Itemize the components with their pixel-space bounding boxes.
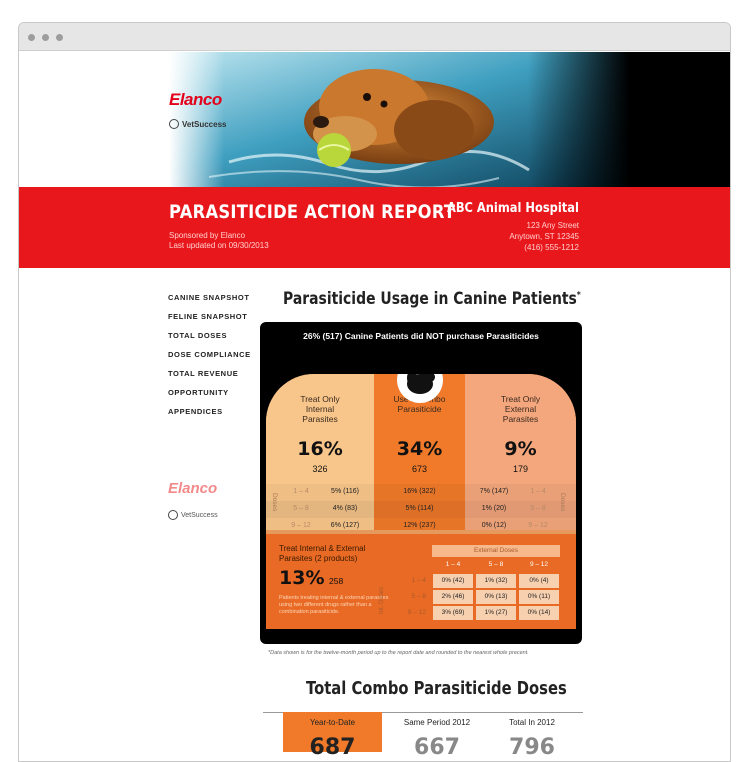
combo-grid-cell: 1% (27): [476, 606, 516, 620]
dose-range-label: 1 – 4: [293, 488, 309, 495]
external-dose-range: 5 – 8: [488, 561, 504, 568]
two-product-count: 258: [329, 576, 344, 586]
combo-grid-cell: 0% (11): [519, 590, 559, 604]
int-dose-range: 5 – 8: [411, 593, 426, 600]
external-dose-value: 0% (12): [481, 522, 507, 529]
external-only-label: Treat Only External Parasites: [500, 394, 541, 424]
vetsuccess-wordmark: VetSuccess: [181, 511, 218, 519]
external-dose-range: 9 – 12: [529, 561, 549, 568]
elanco-side-logo: Elanco: [168, 480, 218, 497]
sponsor-text: Sponsored by Elanco: [169, 231, 246, 240]
total-2012-column: Total In 2012 796: [477, 712, 587, 760]
window-titlebar: [19, 23, 730, 51]
nav-item-feline-snapshot[interactable]: FELINE SNAPSHOT: [168, 307, 251, 326]
hero-banner: Elanco VetSuccess: [19, 52, 730, 187]
vetsuccess-icon: [168, 510, 178, 520]
dog-head-icon: [397, 374, 443, 403]
elanco-logo: Elanco: [169, 90, 222, 109]
vetsuccess-logo: VetSuccess: [169, 119, 226, 129]
int-dose-range: 1 – 4: [411, 577, 426, 584]
combo-grid-cell: 3% (69): [433, 606, 473, 620]
doses-axis-label-left: Doses: [271, 493, 278, 512]
usage-title-asterisk: *: [576, 290, 581, 301]
dose-row: 5 – 8 4% (83) 5% (114) 1% (20) 5 – 8: [266, 501, 576, 518]
doses-axis-label-right: Doses: [559, 493, 566, 512]
side-nav: CANINE SNAPSHOT FELINE SNAPSHOT TOTAL DO…: [168, 288, 251, 421]
window-control-dot[interactable]: [28, 34, 35, 41]
combo-dose-value: 16% (322): [403, 488, 436, 495]
dose-row: 9 – 12 6% (127) 12% (237) 0% (12) 9 – 12: [266, 518, 576, 535]
same-period-column: Same Period 2012 667: [382, 712, 492, 760]
nav-item-canine-snapshot[interactable]: CANINE SNAPSHOT: [168, 288, 251, 307]
two-product-note: Patients treating internal & external pa…: [279, 595, 389, 615]
external-dose-value: 1% (20): [481, 505, 507, 512]
ytd-column: Year-to-Date 687: [283, 712, 382, 760]
dose-range-label: 5 – 8: [293, 505, 309, 512]
data-footnote: *Data shown is for the twelve-month peri…: [268, 650, 529, 656]
external-dose-value: 7% (147): [479, 488, 509, 495]
internal-dose-value: 6% (127): [330, 522, 360, 529]
dose-range-label: 5 – 8: [530, 505, 546, 512]
external-only-percent: 9%: [504, 438, 537, 460]
combo-grid-cell: 2% (46): [433, 590, 473, 604]
internal-dose-value: 5% (116): [331, 488, 359, 495]
internal-only-percent: 16%: [297, 438, 343, 460]
two-product-block: Treat Internal & External Parasites (2 p…: [266, 534, 576, 629]
hospital-phone: (416) 555-1212: [524, 243, 579, 252]
ytd-value: 687: [309, 735, 356, 760]
combo-dose-value: 12% (237): [403, 522, 436, 529]
usage-panel: 26% (517) Canine Patients did NOT purcha…: [260, 322, 582, 644]
combo-percent: 34%: [396, 438, 443, 460]
hospital-name: ABC Animal Hospital: [447, 201, 579, 216]
combo-grid-cell: 0% (42): [433, 574, 473, 588]
internal-dose-value: 4% (83): [332, 505, 358, 512]
dose-row: 1 – 4 5% (116) 16% (322) 7% (147) 1 – 4: [266, 484, 576, 501]
external-doses-header: External Doses: [432, 545, 560, 557]
nav-item-appendices[interactable]: APPENDICES: [168, 402, 251, 421]
report-title: PARASITICIDE ACTION REPORT: [169, 201, 456, 223]
combo-grid-cell: 1% (32): [476, 574, 516, 588]
same-period-label: Same Period 2012: [403, 718, 471, 727]
usage-title-text: Parasiticide Usage in Canine Patients: [283, 289, 577, 309]
same-period-value: 667: [414, 735, 460, 760]
two-product-title: Treat Internal & External Parasites (2 p…: [279, 544, 366, 563]
usage-arch: Treat Only Internal Parasites 16% 326 Us…: [266, 374, 576, 629]
nav-item-opportunity[interactable]: OPPORTUNITY: [168, 383, 251, 402]
total-2012-label: Total In 2012: [509, 718, 555, 727]
ytd-label: Year-to-Date: [309, 718, 356, 727]
dose-range-label: 9 – 12: [528, 522, 548, 529]
combo-grid-cell: 0% (13): [476, 590, 516, 604]
external-only-count: 179: [512, 464, 529, 474]
no-purchase-headline: 26% (517) Canine Patients did NOT purcha…: [303, 331, 539, 341]
combo-count: 673: [411, 464, 428, 474]
vetsuccess-icon: [169, 119, 179, 129]
dog-swimming-photo: [169, 52, 629, 187]
updated-date: Last updated on 09/30/2013: [169, 241, 269, 250]
nav-item-total-doses[interactable]: TOTAL DOSES: [168, 326, 251, 345]
combo-doses-title: Total Combo Parasiticide Doses: [306, 678, 567, 699]
dose-range-label: 9 – 12: [291, 522, 311, 529]
window-control-dot[interactable]: [56, 34, 63, 41]
dose-range-label: 1 – 4: [530, 488, 546, 495]
int-doses-axis-label: Int. Doses: [379, 586, 385, 614]
report-banner: PARASITICIDE ACTION REPORT Sponsored by …: [19, 187, 730, 268]
combo-grid-cell: 0% (4): [519, 574, 559, 588]
internal-only-count: 326: [312, 464, 328, 474]
usage-section-title: Parasiticide Usage in Canine Patients*: [283, 289, 581, 309]
hospital-address-line1: 123 Any Street: [526, 221, 579, 230]
combo-grid-cell: 0% (14): [519, 606, 559, 620]
internal-only-label: Treat Only Internal Parasites: [300, 394, 340, 424]
combo-dose-value: 5% (114): [405, 505, 434, 512]
window-control-dot[interactable]: [42, 34, 49, 41]
nav-item-dose-compliance[interactable]: DOSE COMPLIANCE: [168, 345, 251, 364]
hospital-address-line2: Anytown, ST 12345: [509, 232, 579, 241]
nav-item-total-revenue[interactable]: TOTAL REVENUE: [168, 364, 251, 383]
external-dose-range: 1 – 4: [445, 561, 461, 568]
two-product-percent: 13%: [279, 567, 325, 589]
int-dose-range: 9 – 12: [407, 609, 426, 616]
vetsuccess-wordmark: VetSuccess: [182, 119, 227, 129]
vetsuccess-side-logo: VetSuccess: [168, 510, 218, 520]
total-2012-value: 796: [509, 735, 555, 760]
